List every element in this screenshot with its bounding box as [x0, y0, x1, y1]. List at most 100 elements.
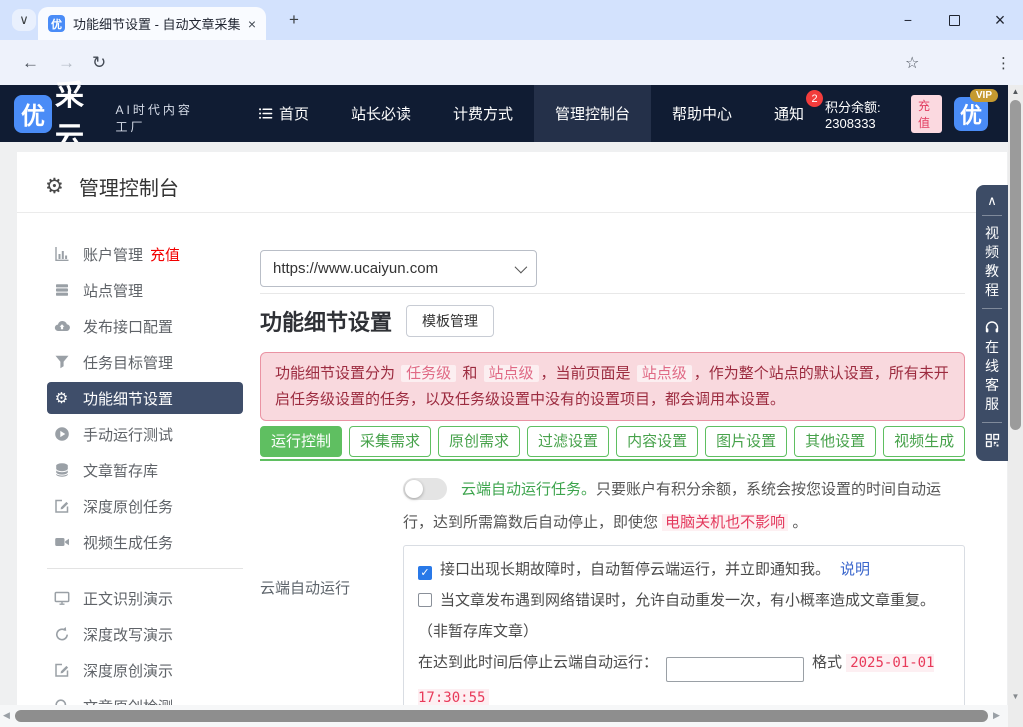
- toggle-knob: [405, 480, 423, 498]
- intro-lead-text: 云端自动运行任务。: [461, 481, 596, 498]
- recharge-button[interactable]: 充值: [911, 95, 942, 133]
- nav-item-must-read[interactable]: 站长必读: [330, 85, 432, 142]
- sidebar-item-publish-api[interactable]: 发布接口配置: [47, 310, 243, 342]
- tab-run-control[interactable]: 运行控制: [260, 426, 342, 457]
- reload-button[interactable]: ↻: [92, 53, 106, 73]
- restore-button[interactable]: [931, 0, 977, 40]
- widget-divider: [982, 308, 1002, 309]
- online-service-button[interactable]: 在线客服: [984, 338, 1000, 414]
- site-select[interactable]: https://www.ucaiyun.com: [260, 250, 537, 287]
- qr-code-icon[interactable]: [985, 433, 1000, 448]
- main-content: https://www.ucaiyun.com 功能细节设置 模板管理 功能细节…: [260, 250, 965, 705]
- sidebar-item-deep-original-task[interactable]: 深度原创任务: [47, 490, 243, 522]
- gears-icon: ⚙: [53, 390, 70, 407]
- vip-badge: VIP: [970, 89, 998, 102]
- nav-item-label: 帮助中心: [672, 103, 732, 124]
- scroll-right-icon[interactable]: ▶: [993, 710, 1000, 721]
- sidebar-item-task-target[interactable]: 任务目标管理: [47, 346, 243, 378]
- options-box: ✓接口出现长期故障时，自动暂停云端运行，并立即通知我。说明 当文章发布遇到网络错…: [403, 545, 965, 705]
- nav-item-pricing[interactable]: 计费方式: [432, 85, 534, 142]
- scroll-up-icon[interactable]: ▲: [1008, 87, 1023, 96]
- browser-tab-bar: ∨ 优 功能细节设置 - 自动文章采集器 × + − ×: [0, 0, 1023, 40]
- sidebar-item-label: 任务目标管理: [83, 352, 173, 373]
- sidebar-item-label: 视频生成任务: [83, 532, 173, 553]
- bar-chart-icon: [53, 246, 70, 263]
- minimize-button[interactable]: −: [885, 0, 931, 40]
- intro-tail-text: 。: [788, 514, 807, 531]
- forward-button[interactable]: →: [58, 53, 75, 73]
- nav-item-help-center[interactable]: 帮助中心: [651, 85, 753, 142]
- widget-divider: [982, 215, 1002, 216]
- sidebar: 账户管理 充值 站点管理 发布接口配置 任务目标管理 ⚙ 功能细节设置 手动: [47, 238, 243, 705]
- browser-menu-icon[interactable]: ⋮: [996, 54, 1011, 72]
- section-title: 功能细节设置: [260, 305, 392, 337]
- sidebar-item-label: 深度原创任务: [83, 496, 173, 517]
- template-manage-button[interactable]: 模板管理: [406, 305, 494, 337]
- header-divider: [17, 212, 1007, 213]
- tab-collect-demand[interactable]: 采集需求: [349, 426, 431, 457]
- tab-original-demand[interactable]: 原创需求: [438, 426, 520, 457]
- monitor-icon: [53, 590, 70, 607]
- scroll-left-icon[interactable]: ◀: [3, 710, 10, 721]
- sidebar-item-article-store[interactable]: 文章暂存库: [47, 454, 243, 486]
- page-title: 管理控制台: [79, 172, 179, 201]
- points-balance: 积分余额: 2308333: [825, 97, 903, 131]
- nav-item-notifications[interactable]: 通知 2: [753, 85, 825, 142]
- horizontal-scrollbar-thumb[interactable]: [15, 710, 988, 722]
- video-tutorial-button[interactable]: 视频教程: [984, 224, 1000, 300]
- tab-search-button[interactable]: ∨: [12, 9, 36, 31]
- tab-filter-settings[interactable]: 过滤设置: [527, 426, 609, 457]
- sidebar-item-sites[interactable]: 站点管理: [47, 274, 243, 306]
- checkbox-unchecked[interactable]: [418, 593, 432, 607]
- sidebar-item-originality-check[interactable]: 文章原创检测: [47, 690, 243, 705]
- site-logo[interactable]: 优: [14, 95, 52, 133]
- floating-side-widget: ∧ 视频教程 在线客服: [976, 185, 1008, 461]
- close-button[interactable]: ×: [977, 0, 1023, 40]
- option-text: 接口出现长期故障时，自动暂停云端运行，并立即通知我。: [440, 561, 830, 578]
- sidebar-recharge-link[interactable]: 充值: [150, 244, 180, 265]
- window-controls: − ×: [885, 0, 1023, 40]
- sidebar-item-label: 功能细节设置: [83, 388, 173, 409]
- nav-item-admin-console[interactable]: 管理控制台: [534, 85, 651, 142]
- vertical-scrollbar-thumb[interactable]: [1010, 100, 1021, 430]
- stop-time-input[interactable]: [666, 657, 804, 682]
- back-button[interactable]: ←: [22, 53, 39, 73]
- sidebar-item-manual-run-test[interactable]: 手动运行测试: [47, 418, 243, 450]
- notification-badge: 2: [806, 90, 823, 107]
- new-tab-button[interactable]: +: [283, 9, 305, 31]
- tab-other-settings[interactable]: 其他设置: [794, 426, 876, 457]
- scroll-down-icon[interactable]: ▼: [1008, 692, 1023, 701]
- sidebar-item-content-recognition-demo[interactable]: 正文识别演示: [47, 582, 243, 614]
- cloud-run-toggle[interactable]: [403, 478, 447, 500]
- bookmark-star-icon[interactable]: ☆: [905, 53, 919, 73]
- tab-video-generate[interactable]: 视频生成: [883, 426, 965, 457]
- sidebar-item-video-generate-task[interactable]: 视频生成任务: [47, 526, 243, 558]
- site-navbar: 优 采云 AI时代内容工厂 首页 站长必读 计费方式 管理控制台 帮助中心 通知…: [0, 85, 1008, 142]
- user-avatar-wrap[interactable]: 优 VIP: [954, 97, 988, 131]
- checkbox-checked[interactable]: ✓: [418, 566, 432, 580]
- tab-content-settings[interactable]: 内容设置: [616, 426, 698, 457]
- card-header: ⚙ 管理控制台: [45, 172, 179, 201]
- user-avatar[interactable]: 优: [954, 97, 988, 131]
- sidebar-item-deep-original-demo[interactable]: 深度原创演示: [47, 654, 243, 686]
- gear-icon: ⚙: [45, 174, 64, 199]
- intro-highlight-text: 电脑关机也不影响: [662, 514, 788, 531]
- play-circle-icon: [53, 426, 70, 443]
- chevron-up-icon[interactable]: ∧: [987, 195, 997, 207]
- tab-close-icon[interactable]: ×: [248, 16, 256, 32]
- sidebar-item-label: 文章暂存库: [83, 460, 158, 481]
- sidebar-item-deep-rewrite-demo[interactable]: 深度改写演示: [47, 618, 243, 650]
- sidebar-item-account[interactable]: 账户管理 充值: [47, 238, 243, 270]
- horizontal-scrollbar[interactable]: ◀ ▶: [0, 705, 1008, 727]
- tab-image-settings[interactable]: 图片设置: [705, 426, 787, 457]
- cloud-run-intro: 云端自动运行任务。只要账户有积分余额，系统会按您设置的时间自动运行，达到所需篇数…: [260, 473, 965, 539]
- notice-text: 和: [458, 365, 481, 382]
- sidebar-item-label: 发布接口配置: [83, 316, 173, 337]
- sidebar-item-feature-settings[interactable]: ⚙ 功能细节设置: [47, 382, 243, 414]
- site-select-value: https://www.ucaiyun.com: [273, 260, 515, 277]
- vertical-scrollbar[interactable]: ▲ ▼: [1008, 85, 1023, 705]
- nav-item-home[interactable]: 首页: [237, 85, 330, 142]
- nav-item-label: 站长必读: [351, 103, 411, 124]
- browser-tab[interactable]: 优 功能细节设置 - 自动文章采集器 ×: [38, 7, 266, 40]
- explain-link[interactable]: 说明: [840, 561, 870, 578]
